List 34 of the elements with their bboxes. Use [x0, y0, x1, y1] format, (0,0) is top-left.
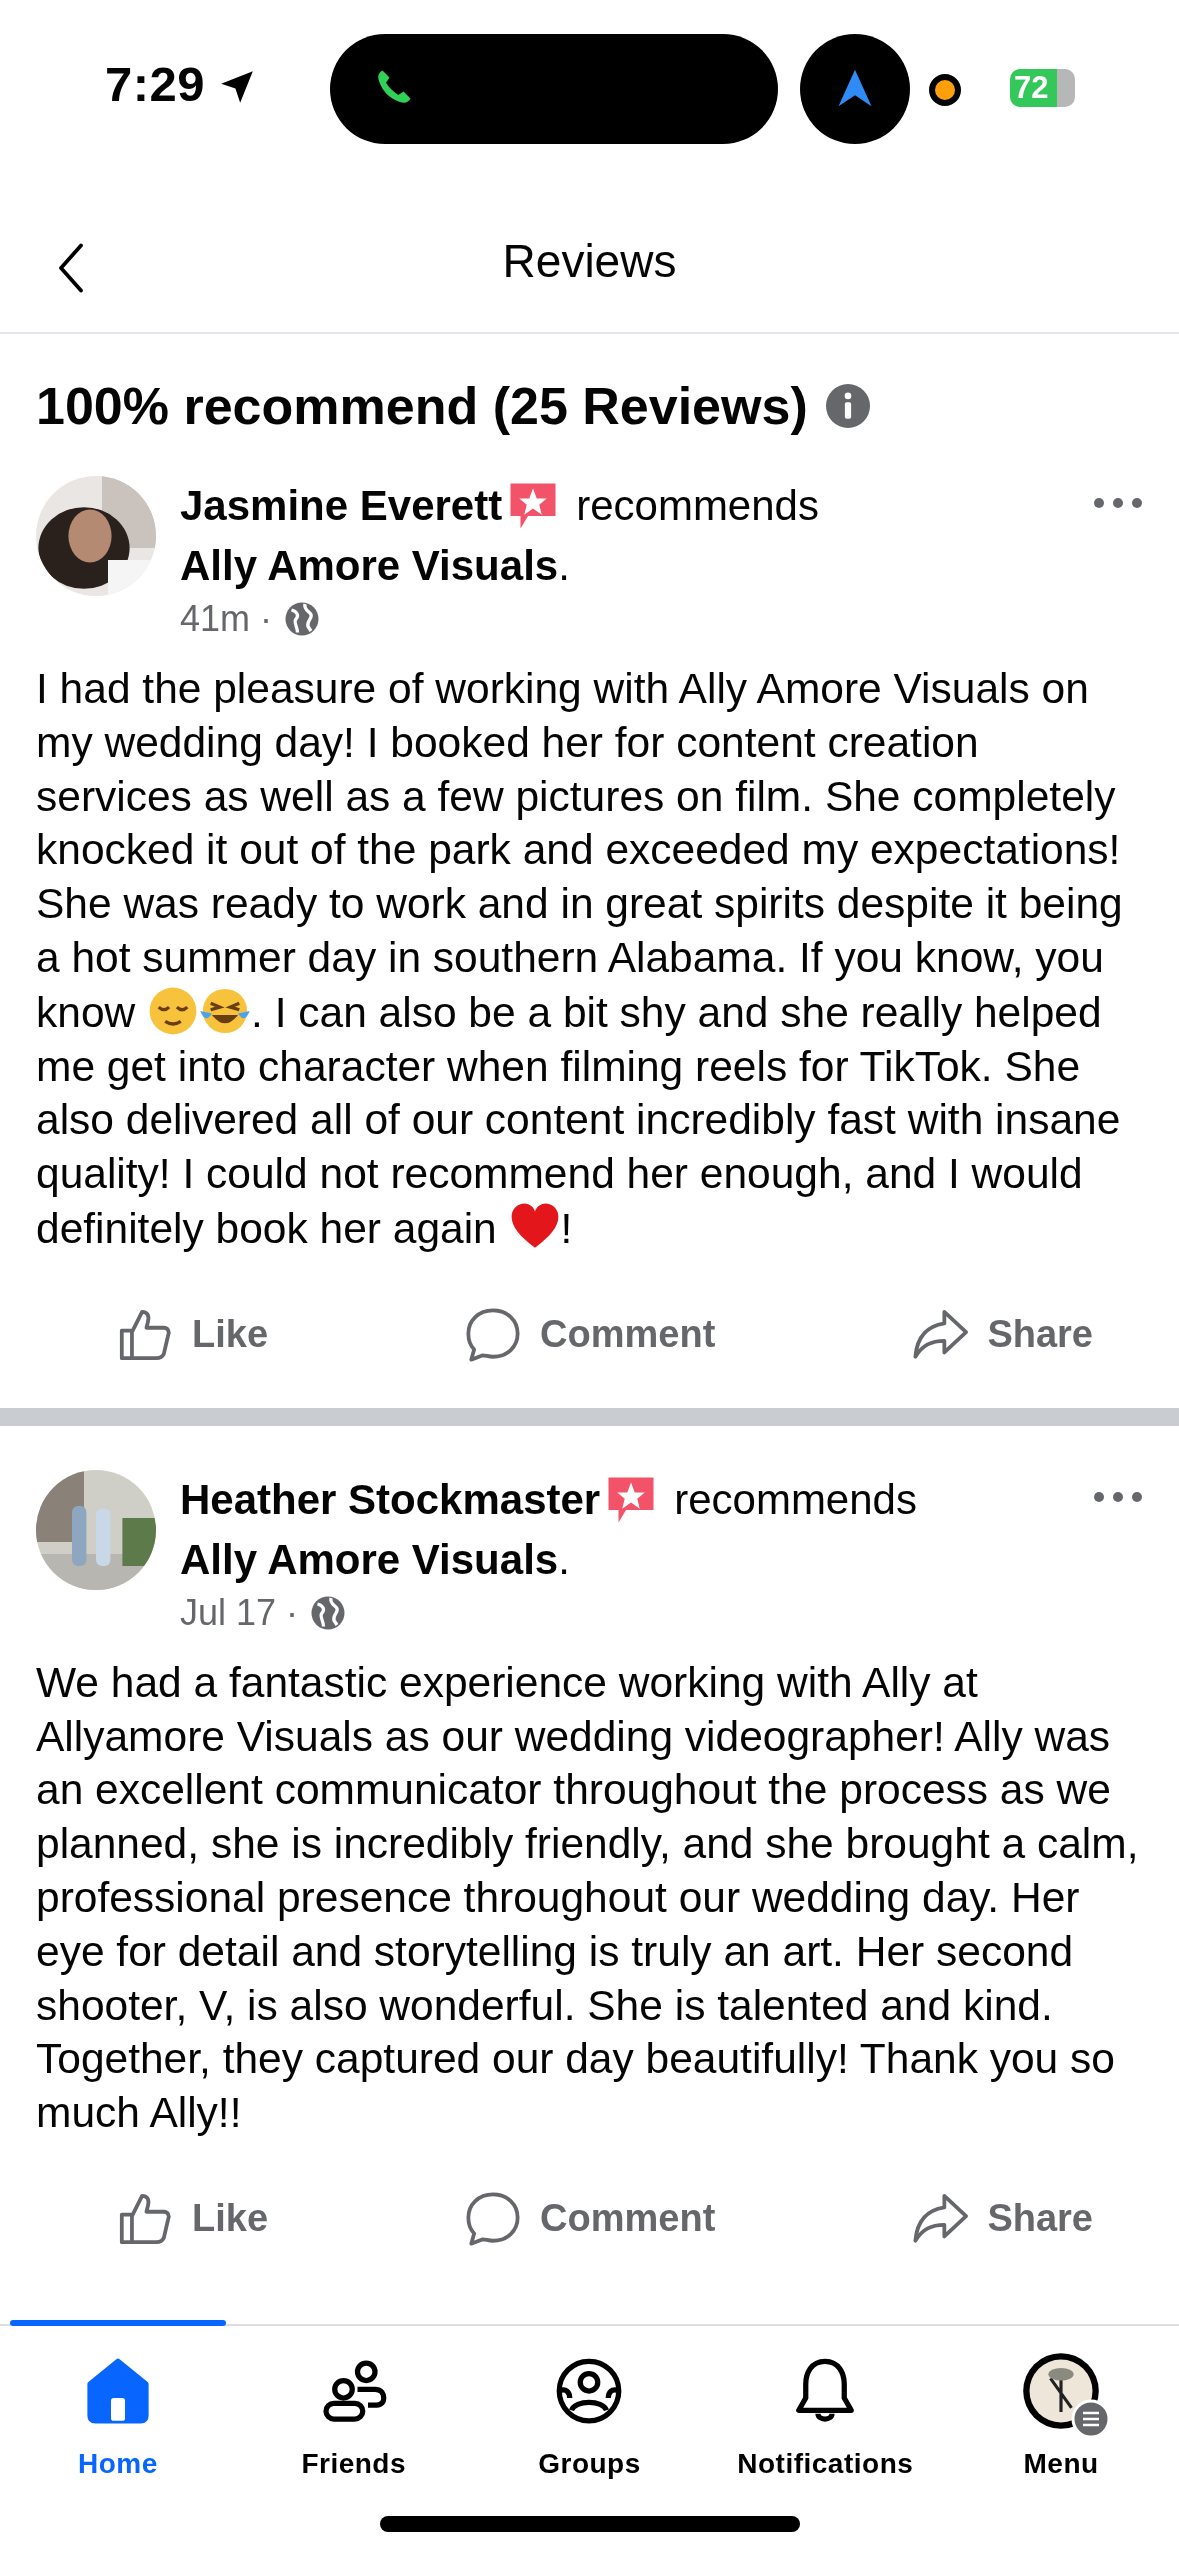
reviewer-name[interactable]: Heather Stockmaster [180, 1469, 601, 1530]
home-tab[interactable]: Home [0, 2326, 236, 2481]
speech-bubble-icon [464, 1305, 523, 1364]
more-options-icon[interactable] [1093, 496, 1143, 510]
share-button[interactable]: Share [911, 2189, 1093, 2248]
like-button[interactable]: Like [116, 1305, 269, 1364]
review-text: We had a fantastic experience working with Ally at Allyamore Visuals as our wedding videographer! Ally was an excellent communicator throughout the process as we planned, she is incredibly friendly, and she brought a calm, professional presence throughout our wedding day. Her eye for detail and storytelling is truly an art. Her second shooter, V, is also wonderful. She is talented and kind. Together, they captured our day beautifully! Thank you so much Ally!! [36, 1657, 1140, 2139]
comment-button[interactable]: Comment [464, 2189, 716, 2248]
groups-tab[interactable]: Groups [471, 2326, 708, 2481]
status-time: 7:29 [105, 56, 206, 112]
post-time: 41m · [180, 598, 273, 640]
globe-icon [284, 601, 321, 637]
recommends-label: recommends [576, 481, 819, 531]
share-button[interactable]: Share [911, 1305, 1093, 1364]
page-name[interactable]: Ally Amore Visuals. [180, 536, 570, 596]
page-title: Reviews [502, 234, 677, 288]
post-time: Jul 17 · [180, 1591, 299, 1634]
recommends-label: recommends [674, 1474, 917, 1525]
recording-indicator [929, 74, 961, 106]
page-name[interactable]: Ally Amore Visuals. [180, 1529, 570, 1590]
menu-tab[interactable]: Menu [943, 2326, 1179, 2481]
like-button[interactable]: Like [116, 2189, 269, 2248]
speech-bubble-icon [464, 2189, 523, 2248]
review-text: I had the pleasure of working with Ally Amore Visuals on my wedding day! I booked her for content creation services as well as a few pictures on film. She completely knocked it out of the park and exceeded my expectations! She was ready to work and in great spirits despite it being a hot summer day in southern Alabama. If you know, you know . I can also be a bit shy and she really helped me get into character when filming reels for TikTok. She also delivered all of our content incredibly fast with insane quality! I could not recommend her enough, and I would definitely book her again ! [36, 664, 1124, 1255]
recommendation-star-icon [508, 481, 559, 531]
more-options-icon[interactable] [1093, 1489, 1143, 1504]
friends-tab[interactable]: Friends [235, 2326, 472, 2481]
recommend-summary: 100% recommend (25 Reviews) [36, 376, 808, 436]
notifications-tab[interactable]: Notifications [707, 2326, 944, 2481]
battery-indicator: 72 [1010, 69, 1075, 107]
globe-icon [310, 1594, 347, 1631]
info-icon[interactable] [825, 384, 870, 428]
reviewer-name[interactable]: Jasmine Everett [180, 476, 503, 536]
comment-button[interactable]: Comment [464, 1305, 716, 1364]
